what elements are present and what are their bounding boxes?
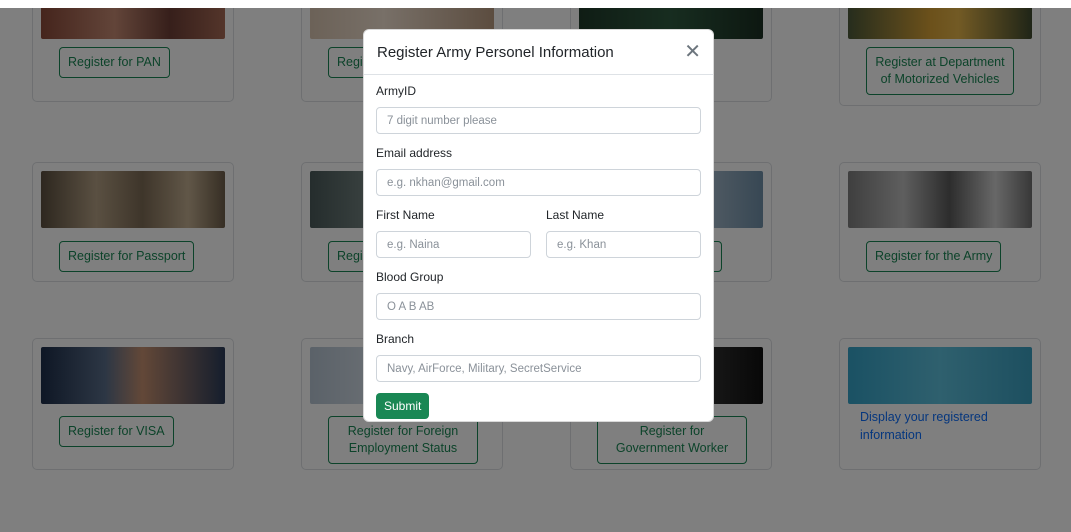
last-name-input[interactable]: [546, 231, 701, 258]
first-name-label: First Name: [376, 208, 435, 222]
blood-group-input[interactable]: [376, 293, 701, 320]
army-id-group: ArmyID: [376, 84, 701, 134]
blood-group-label: Blood Group: [376, 270, 444, 284]
modal-title: Register Army Personel Information: [377, 43, 614, 61]
last-name-label: Last Name: [546, 208, 605, 222]
modal-body: ArmyID Email address First Name Last Nam…: [364, 75, 713, 419]
modal-header: Register Army Personel Information ✕: [364, 30, 713, 75]
last-name-group: Last Name: [546, 208, 701, 258]
branch-label: Branch: [376, 332, 415, 346]
branch-group: Branch: [376, 332, 701, 382]
blood-group-group: Blood Group: [376, 270, 701, 320]
email-group: Email address: [376, 146, 701, 196]
close-icon[interactable]: ✕: [684, 42, 701, 62]
first-name-input[interactable]: [376, 231, 531, 258]
branch-input[interactable]: [376, 355, 701, 382]
top-strip: [0, 0, 1071, 8]
army-id-label: ArmyID: [376, 84, 416, 98]
email-label: Email address: [376, 146, 453, 160]
first-name-group: First Name: [376, 208, 531, 258]
name-row: First Name Last Name: [376, 208, 701, 258]
email-input[interactable]: [376, 169, 701, 196]
army-registration-modal: Register Army Personel Information ✕ Arm…: [363, 29, 714, 422]
army-id-input[interactable]: [376, 107, 701, 134]
submit-button[interactable]: Submit: [376, 393, 430, 419]
